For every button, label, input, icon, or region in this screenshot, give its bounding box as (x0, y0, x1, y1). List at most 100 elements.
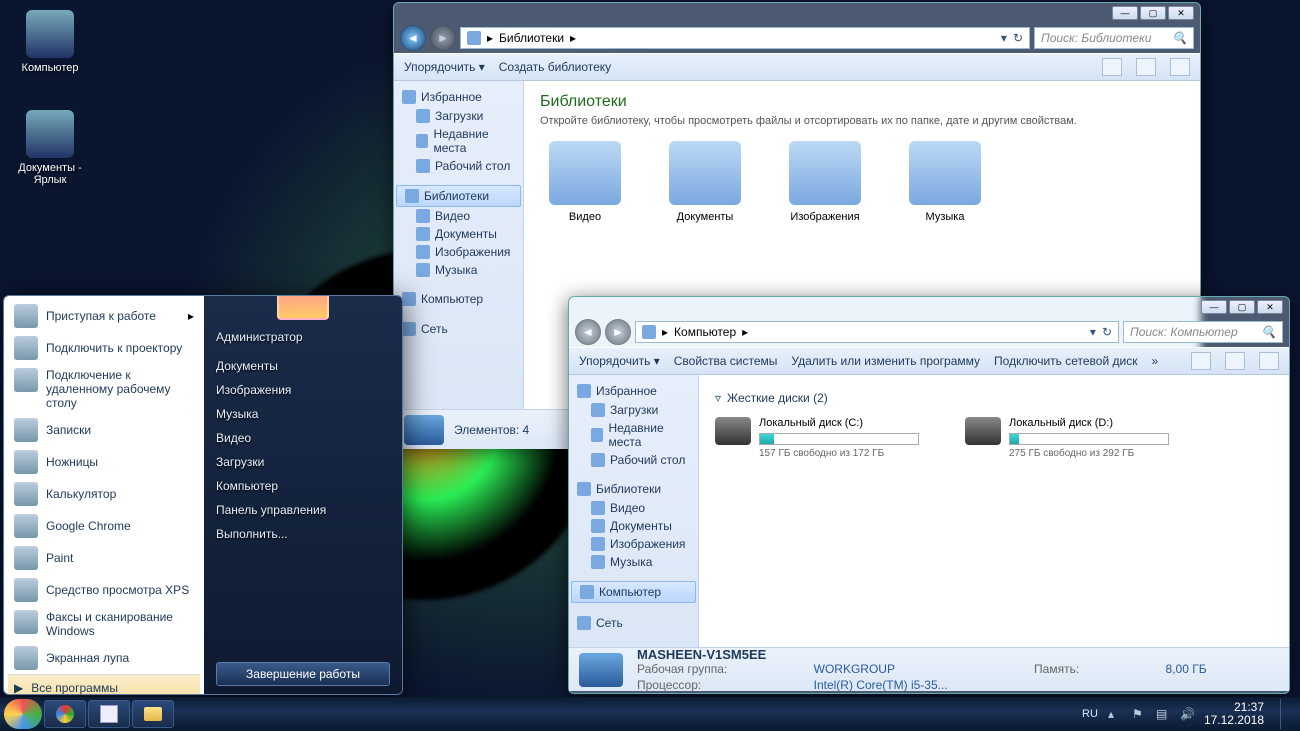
clock[interactable]: 21:37 17.12.2018 (1204, 701, 1264, 727)
forward-button[interactable]: ► (605, 319, 631, 345)
minimize-button[interactable]: — (1201, 300, 1227, 314)
nav-item-music[interactable]: Музыка (569, 553, 698, 571)
organize-button[interactable]: Упорядочить ▾ (579, 354, 660, 368)
sm-calculator[interactable]: Калькулятор (8, 478, 200, 510)
nav-computer[interactable]: Компьютер (571, 581, 696, 603)
sm-run[interactable]: Выполнить... (216, 522, 390, 546)
taskbar-app-chrome[interactable] (44, 700, 86, 728)
close-button[interactable]: ✕ (1168, 6, 1194, 20)
library-item-music[interactable]: Музыка (900, 141, 990, 223)
back-button[interactable]: ◄ (400, 25, 426, 51)
content-pane[interactable]: ▿Жесткие диски (2) Локальный диск (C:) 1… (699, 375, 1289, 647)
library-item-documents[interactable]: Документы (660, 141, 750, 223)
dropdown-icon[interactable]: ▾ (1090, 325, 1096, 339)
nav-item-recent[interactable]: Недавние места (569, 419, 698, 451)
refresh-icon[interactable]: ↻ (1102, 325, 1112, 339)
tray-chevron-up-icon[interactable]: ▴ (1108, 707, 1122, 721)
maximize-button[interactable]: ▢ (1140, 6, 1166, 20)
nav-item-video[interactable]: Видео (394, 207, 523, 225)
network-icon[interactable]: ▤ (1156, 707, 1170, 721)
sm-chrome[interactable]: Google Chrome (8, 510, 200, 542)
nav-favorites[interactable]: Избранное (569, 381, 698, 401)
titlebar[interactable]: — ▢ ✕ (569, 297, 1289, 317)
sm-fax-scan[interactable]: Факсы и сканирование Windows (8, 606, 200, 642)
system-properties-button[interactable]: Свойства системы (674, 354, 778, 368)
organize-button[interactable]: Упорядочить ▾ (404, 60, 485, 74)
sm-computer[interactable]: Компьютер (216, 474, 390, 498)
search-input[interactable]: Поиск: Библиотеки 🔍 (1034, 27, 1194, 49)
sm-music[interactable]: Музыка (216, 402, 390, 426)
taskbar-app-paint[interactable] (88, 700, 130, 728)
preview-pane-button[interactable] (1225, 352, 1245, 370)
shutdown-button[interactable]: Завершение работы (216, 662, 390, 686)
sm-getting-started[interactable]: Приступая к работе▸ (8, 300, 200, 332)
language-indicator[interactable]: RU (1082, 708, 1098, 720)
close-button[interactable]: ✕ (1257, 300, 1283, 314)
nav-item-documents[interactable]: Документы (569, 517, 698, 535)
view-button[interactable] (1102, 58, 1122, 76)
sm-sticky-notes[interactable]: Записки (8, 414, 200, 446)
library-item-pictures[interactable]: Изображения (780, 141, 870, 223)
nav-item-desktop[interactable]: Рабочий стол (394, 157, 523, 175)
nav-item-video[interactable]: Видео (569, 499, 698, 517)
sm-xps[interactable]: Средство просмотра XPS (8, 574, 200, 606)
show-desktop-button[interactable] (1280, 699, 1290, 729)
preview-pane-button[interactable] (1136, 58, 1156, 76)
nav-item-documents[interactable]: Документы (394, 225, 523, 243)
nav-item-downloads[interactable]: Загрузки (394, 107, 523, 125)
sm-downloads[interactable]: Загрузки (216, 450, 390, 474)
drive-d[interactable]: Локальный диск (D:) 275 ГБ свободно из 2… (965, 417, 1175, 459)
start-button[interactable] (4, 699, 42, 729)
sm-pictures[interactable]: Изображения (216, 378, 390, 402)
dropdown-icon[interactable]: ▾ (1001, 31, 1007, 45)
nav-network[interactable]: Сеть (394, 319, 523, 339)
sm-documents[interactable]: Документы (216, 354, 390, 378)
volume-icon[interactable]: 🔊 (1180, 707, 1194, 721)
maximize-button[interactable]: ▢ (1229, 300, 1255, 314)
view-button[interactable] (1191, 352, 1211, 370)
nav-libraries[interactable]: Библиотеки (569, 479, 698, 499)
minimize-button[interactable]: — (1112, 6, 1138, 20)
drive-c[interactable]: Локальный диск (C:) 157 ГБ свободно из 1… (715, 417, 925, 459)
refresh-icon[interactable]: ↻ (1013, 31, 1023, 45)
section-header-drives[interactable]: ▿Жесткие диски (2) (715, 387, 1273, 409)
help-button[interactable] (1170, 58, 1190, 76)
sm-projector[interactable]: Подключить к проектору (8, 332, 200, 364)
uninstall-button[interactable]: Удалить или изменить программу (791, 354, 980, 368)
forward-button[interactable]: ► (430, 25, 456, 51)
nav-item-pictures[interactable]: Изображения (394, 243, 523, 261)
help-button[interactable] (1259, 352, 1279, 370)
action-center-icon[interactable]: ⚑ (1132, 707, 1146, 721)
nav-item-recent[interactable]: Недавние места (394, 125, 523, 157)
nav-libraries[interactable]: Библиотеки (396, 185, 521, 207)
desktop-icon-computer[interactable]: Компьютер (10, 10, 90, 74)
nav-network[interactable]: Сеть (569, 613, 698, 633)
breadcrumb[interactable]: Библиотеки (499, 31, 564, 45)
address-bar[interactable]: ▸ Библиотеки ▸ ▾ ↻ (460, 27, 1030, 49)
nav-favorites[interactable]: Избранное (394, 87, 523, 107)
search-input[interactable]: Поиск: Компьютер 🔍 (1123, 321, 1283, 343)
taskbar-app-explorer[interactable] (132, 700, 174, 728)
sm-paint[interactable]: Paint (8, 542, 200, 574)
back-button[interactable]: ◄ (575, 319, 601, 345)
address-bar[interactable]: ▸ Компьютер ▸ ▾ ↻ (635, 321, 1119, 343)
sm-snipping[interactable]: Ножницы (8, 446, 200, 478)
all-programs-button[interactable]: ▶Все программы (8, 674, 200, 695)
nav-computer[interactable]: Компьютер (394, 289, 523, 309)
sm-remote-desktop[interactable]: Подключение к удаленному рабочему столу (8, 364, 200, 414)
desktop-icon-documents[interactable]: Документы - Ярлык (10, 110, 90, 186)
new-library-button[interactable]: Создать библиотеку (499, 60, 611, 74)
sm-magnifier[interactable]: Экранная лупа (8, 642, 200, 674)
nav-item-pictures[interactable]: Изображения (569, 535, 698, 553)
user-avatar[interactable] (277, 295, 329, 320)
toolbar-overflow[interactable]: » (1151, 354, 1158, 368)
library-item-video[interactable]: Видео (540, 141, 630, 223)
breadcrumb[interactable]: Компьютер (674, 325, 736, 339)
sm-video[interactable]: Видео (216, 426, 390, 450)
nav-item-desktop[interactable]: Рабочий стол (569, 451, 698, 469)
nav-item-music[interactable]: Музыка (394, 261, 523, 279)
sm-control-panel[interactable]: Панель управления (216, 498, 390, 522)
map-drive-button[interactable]: Подключить сетевой диск (994, 354, 1137, 368)
nav-item-downloads[interactable]: Загрузки (569, 401, 698, 419)
titlebar[interactable]: — ▢ ✕ (394, 3, 1200, 23)
